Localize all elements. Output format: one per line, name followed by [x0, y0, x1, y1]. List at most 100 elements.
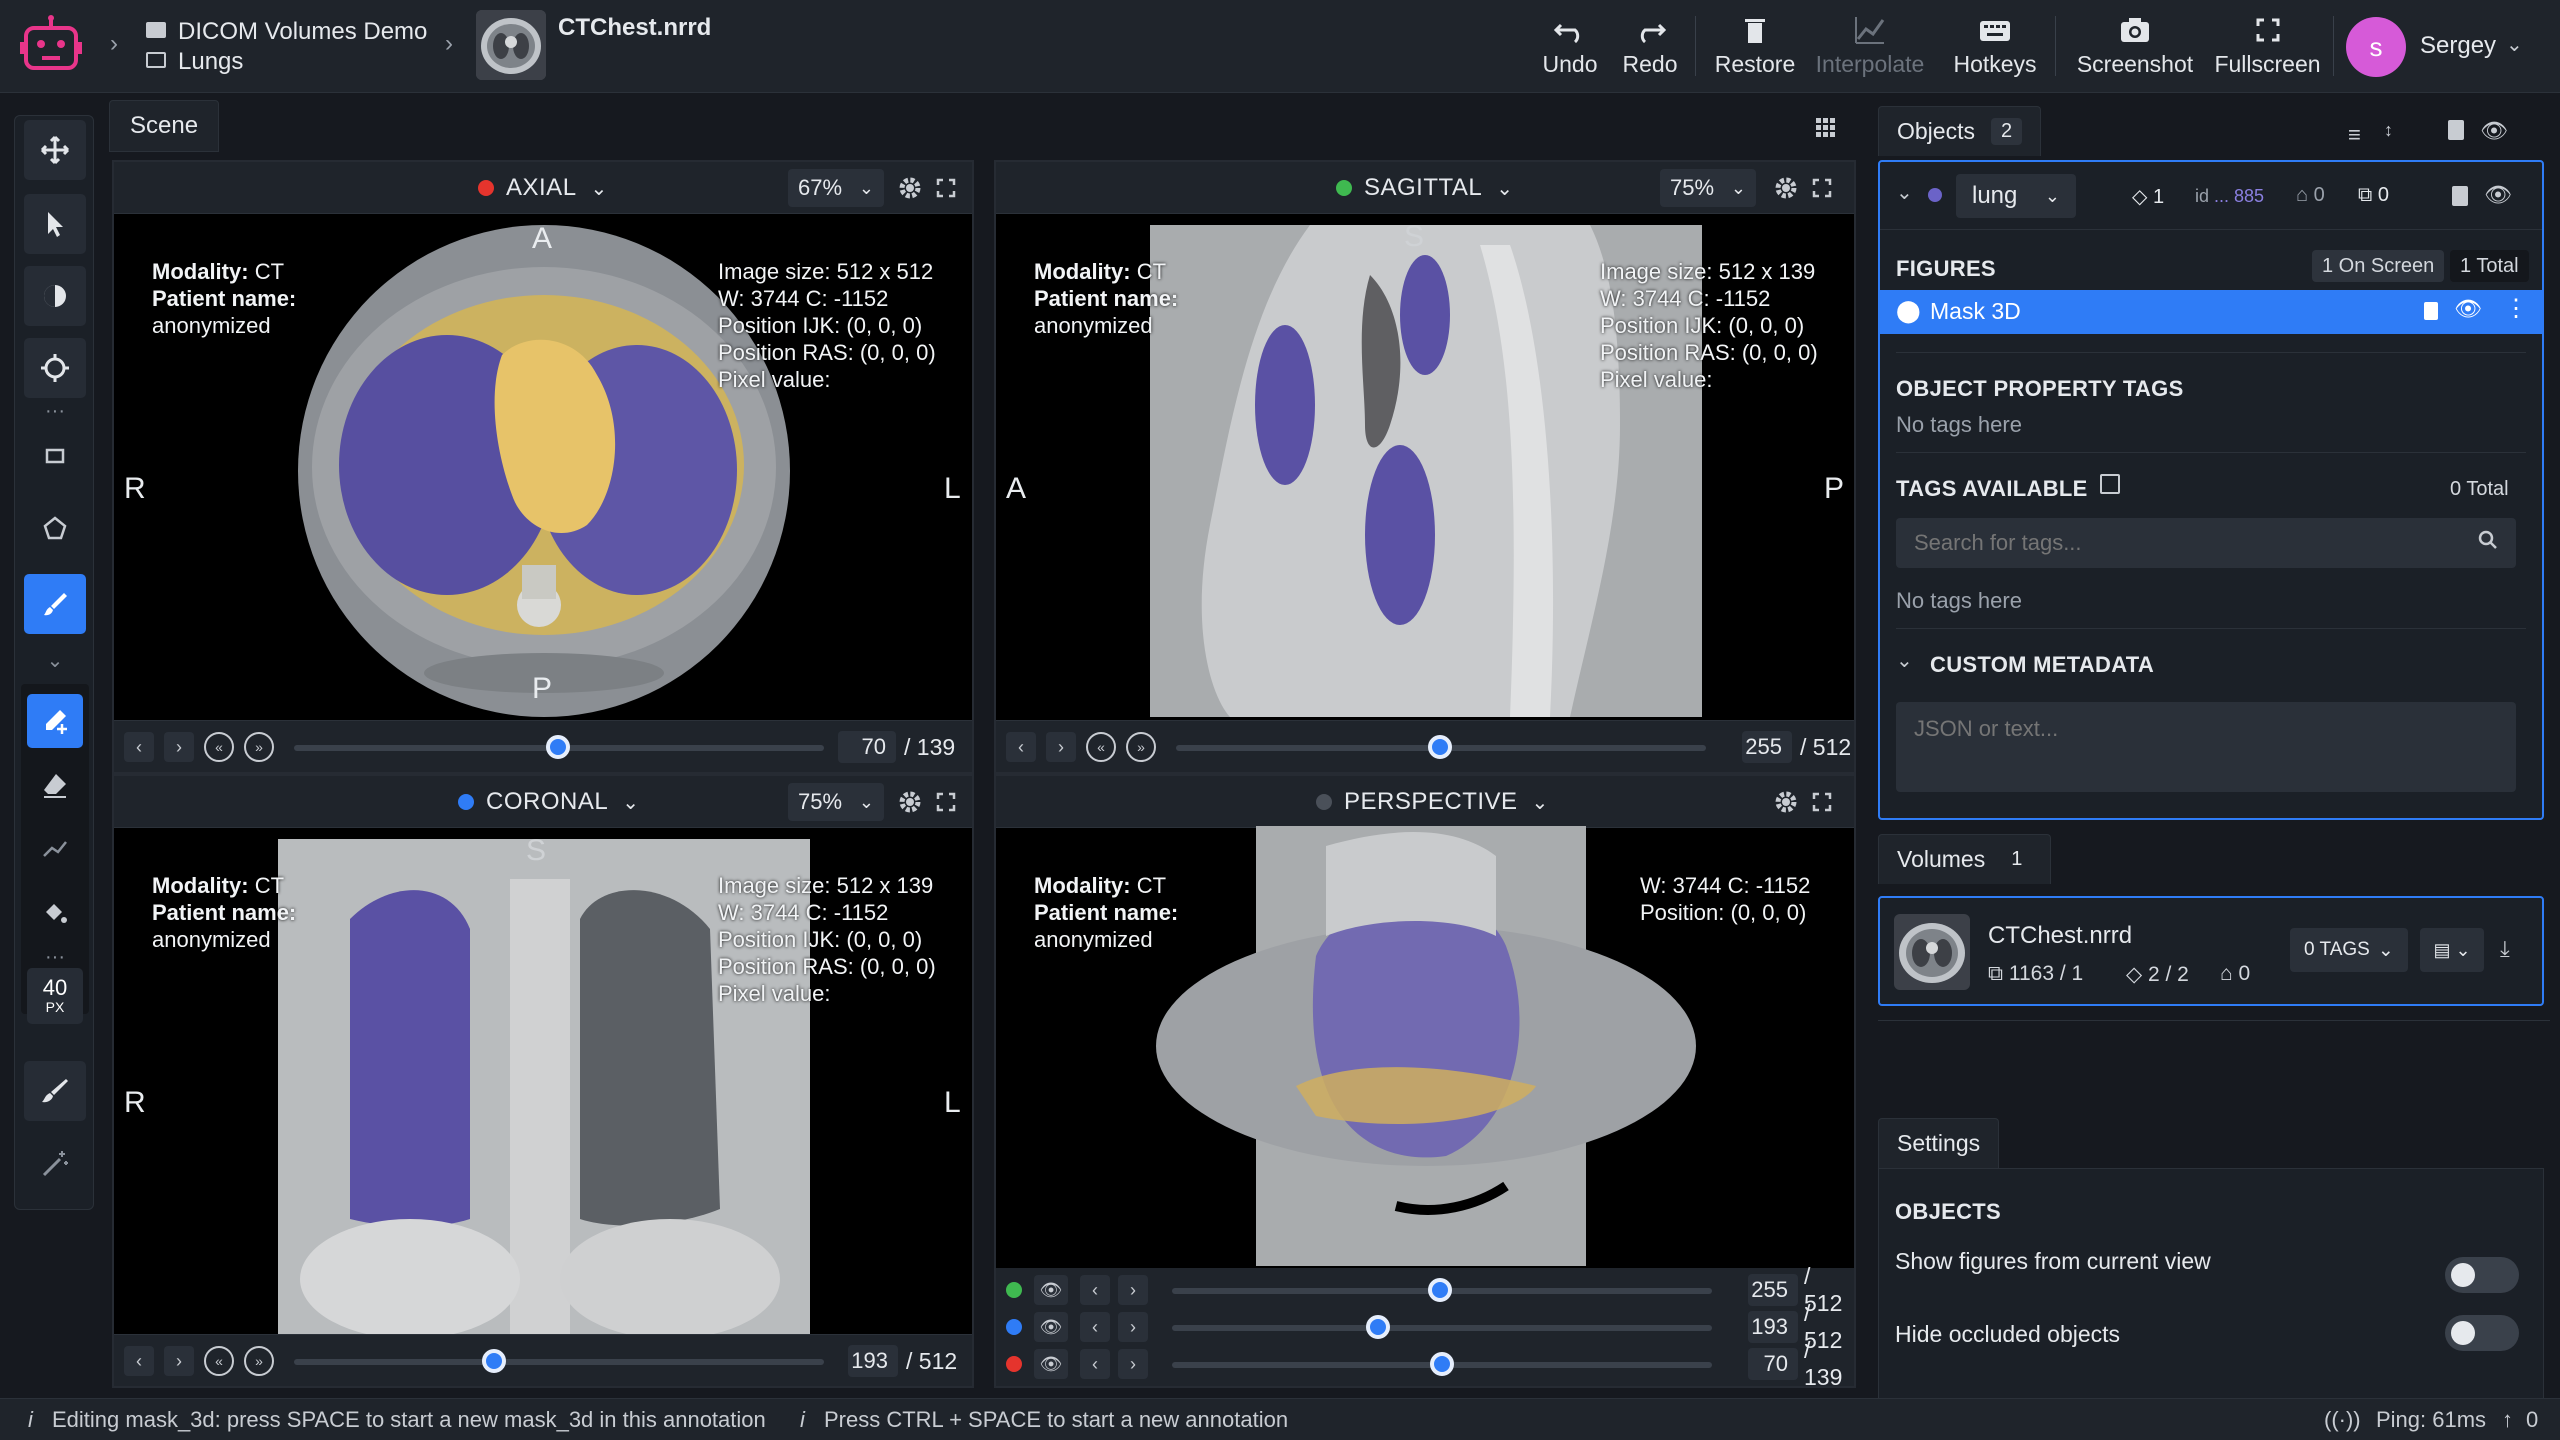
- slider-handle[interactable]: [1430, 1352, 1454, 1376]
- trash-icon[interactable]: [2452, 186, 2468, 206]
- move-tool-button[interactable]: [24, 120, 86, 180]
- eye-icon[interactable]: 👁: [2480, 118, 2508, 144]
- user-avatar[interactable]: s: [2346, 17, 2406, 77]
- tag-search-field[interactable]: [1896, 518, 2516, 568]
- next-slice-button[interactable]: ›: [1118, 1275, 1148, 1305]
- expand-icon[interactable]: [1808, 174, 1836, 202]
- axial-image[interactable]: [297, 225, 791, 717]
- prev-slice-button[interactable]: ‹: [1080, 1349, 1110, 1379]
- eraser-button[interactable]: [27, 758, 83, 812]
- perspective-viewport[interactable]: PERSPECTIVE ⌄ Modality: CT Patient name: …: [994, 774, 1856, 1388]
- perspective-title[interactable]: PERSPECTIVE ⌄: [1316, 776, 1549, 828]
- prev-slice-button[interactable]: ‹: [1080, 1312, 1110, 1342]
- gear-icon[interactable]: [1772, 788, 1800, 816]
- smooth-button[interactable]: [27, 822, 83, 876]
- sort-icon[interactable]: ↕: [2384, 120, 2393, 141]
- crosshair-tool-button[interactable]: [24, 338, 86, 398]
- gear-icon[interactable]: [1772, 174, 1800, 202]
- sagittal-plane-slider[interactable]: [1172, 1278, 1712, 1302]
- dataset-name[interactable]: Lungs: [178, 48, 243, 76]
- sagittal-slice-slider[interactable]: [1176, 735, 1706, 759]
- next-slice-button[interactable]: ›: [1118, 1312, 1148, 1342]
- coronal-plane-input[interactable]: 193: [1748, 1311, 1798, 1343]
- coronal-viewport[interactable]: CORONAL ⌄ 75% ⌄ S R L Modality: CT Patient…: [112, 774, 974, 1388]
- axial-slice-input[interactable]: 70: [838, 731, 896, 763]
- prev-slice-button[interactable]: ‹: [124, 732, 154, 762]
- rewind-icon[interactable]: «: [1086, 732, 1116, 762]
- hide-occluded-toggle[interactable]: [2445, 1315, 2519, 1351]
- eye-icon[interactable]: 👁: [2484, 182, 2512, 208]
- expand-icon[interactable]: [932, 788, 960, 816]
- brush-size-control[interactable]: 40 PX: [27, 968, 83, 1024]
- rewind-icon[interactable]: «: [204, 1346, 234, 1376]
- gear-icon[interactable]: [896, 174, 924, 202]
- forward-icon[interactable]: »: [1126, 732, 1156, 762]
- coronal-zoom-select[interactable]: 75% ⌄: [788, 783, 884, 821]
- custom-metadata-title[interactable]: CUSTOM METADATA: [1930, 652, 2154, 678]
- chevron-down-icon[interactable]: ⌄: [15, 651, 95, 671]
- axial-viewport[interactable]: AXIAL ⌄ 67% ⌄ A P R L Modality: CT Patient…: [112, 160, 974, 774]
- next-slice-button[interactable]: ›: [1046, 732, 1076, 762]
- eye-icon[interactable]: 👁: [1034, 1349, 1068, 1379]
- edit-icon[interactable]: [2100, 474, 2120, 494]
- project-name[interactable]: DICOM Volumes Demo: [178, 18, 427, 46]
- chevron-down-icon[interactable]: ⌄: [2506, 32, 2523, 57]
- coronal-slice-input[interactable]: 193: [848, 1345, 898, 1377]
- figure-row[interactable]: ⬤ Mask 3D 👁 ⋮: [1880, 290, 2542, 334]
- undo-button[interactable]: Undo: [1530, 0, 1610, 93]
- screenshot-button[interactable]: Screenshot: [2070, 0, 2200, 93]
- sagittal-title[interactable]: SAGITTAL ⌄: [1336, 162, 1514, 214]
- eye-icon[interactable]: 👁: [2454, 296, 2482, 322]
- magic-wand-button[interactable]: [24, 1134, 86, 1194]
- prev-slice-button[interactable]: ‹: [124, 1346, 154, 1376]
- metadata-input[interactable]: [1896, 702, 2516, 792]
- slider-handle[interactable]: [1366, 1315, 1390, 1339]
- chevron-down-icon[interactable]: ⌄: [1896, 180, 1913, 205]
- slider-handle[interactable]: [1428, 1278, 1452, 1302]
- settings-tab[interactable]: Settings: [1878, 1118, 2000, 1168]
- chevron-down-icon[interactable]: ⌄: [1896, 648, 1913, 673]
- brush-tool-button[interactable]: [24, 574, 86, 634]
- contrast-tool-button[interactable]: [24, 266, 86, 326]
- axial-title[interactable]: AXIAL ⌄: [478, 162, 608, 214]
- show-figures-toggle[interactable]: [2445, 1257, 2519, 1293]
- download-icon[interactable]: ⤓: [2500, 936, 2510, 962]
- brush-add-button[interactable]: [27, 694, 83, 748]
- next-slice-button[interactable]: ›: [1118, 1349, 1148, 1379]
- slider-handle[interactable]: [546, 735, 570, 759]
- search-icon[interactable]: [2478, 530, 2498, 550]
- slider-handle[interactable]: [482, 1349, 506, 1373]
- select-tool-button[interactable]: [24, 194, 86, 254]
- trash-icon[interactable]: [2448, 120, 2464, 140]
- layout-grid-icon[interactable]: [1816, 118, 1836, 138]
- next-slice-button[interactable]: ›: [164, 732, 194, 762]
- axial-plane-slider[interactable]: [1172, 1352, 1712, 1376]
- eye-icon[interactable]: 👁: [1034, 1275, 1068, 1305]
- paint-tool-button[interactable]: [24, 1061, 86, 1121]
- volumes-tab[interactable]: Volumes 1: [1878, 834, 2052, 884]
- tags-dropdown-button[interactable]: 0 TAGS ⌄: [2290, 928, 2408, 972]
- sagittal-viewport[interactable]: SAGITTAL ⌄ 75% ⌄ S A P Modality: CT Patien…: [994, 160, 1856, 774]
- object-header[interactable]: ⌄ lung ⌄ ◇ 1 id ... 885 ⌂ 0 ⧉ 0 👁: [1880, 162, 2542, 230]
- sagittal-plane-input[interactable]: 255: [1748, 1274, 1798, 1306]
- coronal-title[interactable]: CORONAL ⌄: [458, 776, 639, 828]
- filter-icon[interactable]: ≡: [2348, 122, 2361, 148]
- restore-button[interactable]: Restore: [1705, 0, 1805, 93]
- expand-icon[interactable]: [932, 174, 960, 202]
- tag-search-input[interactable]: [1896, 518, 2456, 568]
- forward-icon[interactable]: »: [244, 732, 274, 762]
- polygon-tool-button[interactable]: [24, 498, 86, 558]
- prev-slice-button[interactable]: ‹: [1006, 732, 1036, 762]
- expand-icon[interactable]: [1808, 788, 1836, 816]
- user-name[interactable]: Sergey: [2420, 32, 2496, 60]
- interpolate-button[interactable]: Interpolate: [1810, 0, 1930, 93]
- prev-slice-button[interactable]: ‹: [1080, 1275, 1110, 1305]
- gear-icon[interactable]: [896, 788, 924, 816]
- next-slice-button[interactable]: ›: [164, 1346, 194, 1376]
- fill-button[interactable]: [27, 886, 83, 940]
- scene-tab[interactable]: Scene: [109, 100, 220, 152]
- trash-icon[interactable]: [2424, 302, 2438, 320]
- coronal-plane-slider[interactable]: [1172, 1315, 1712, 1339]
- eye-icon[interactable]: 👁: [1034, 1312, 1068, 1342]
- hotkeys-button[interactable]: Hotkeys: [1945, 0, 2045, 93]
